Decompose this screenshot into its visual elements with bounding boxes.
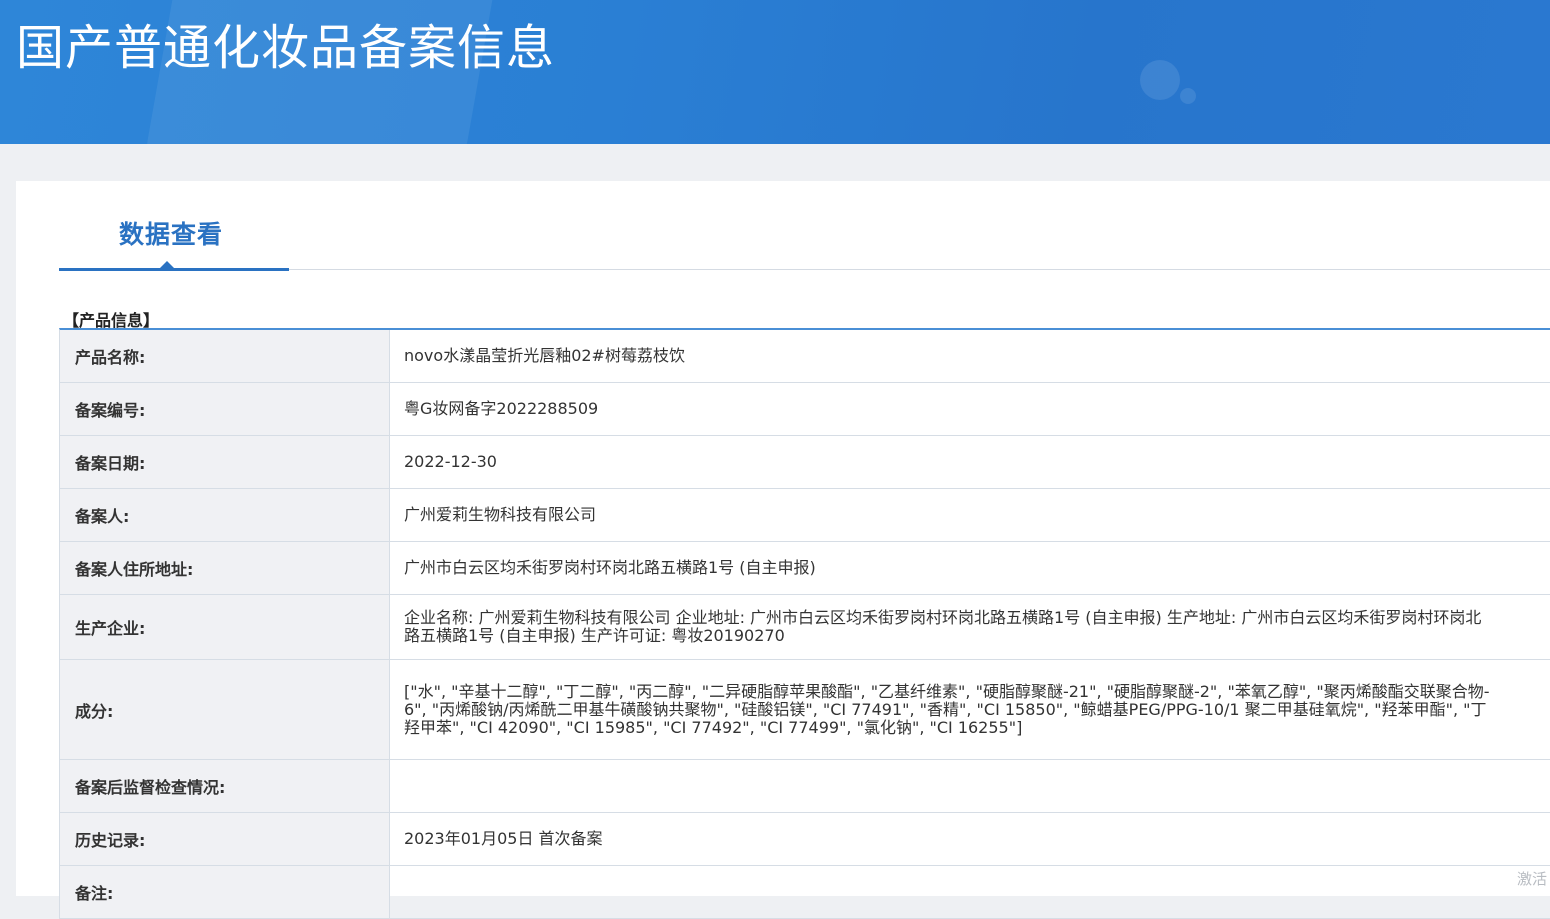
tab-data-view-label: 数据查看 xyxy=(119,220,224,249)
row-label: 备案日期: xyxy=(60,436,390,488)
table-row-record-number: 备案编号: 粤G妆网备字2022288509 xyxy=(60,383,1550,436)
banner-decoration-dot xyxy=(1140,60,1180,100)
table-row-ingredients: 成分: ["水", "辛基十二醇", "丁二醇", "丙二醇", "二异硬脂醇苹… xyxy=(60,660,1550,760)
row-label: 成分: xyxy=(60,660,390,759)
row-value: 企业名称: 广州爱莉生物科技有限公司 企业地址: 广州市白云区均禾街罗岗村环岗北… xyxy=(404,608,1482,645)
table-row-supervision: 备案后监督检查情况: xyxy=(60,760,1550,813)
table-row-registrant: 备案人: 广州爱莉生物科技有限公司 xyxy=(60,489,1550,542)
activation-watermark: 激活 xyxy=(1517,870,1548,888)
row-label: 历史记录: xyxy=(60,813,390,865)
row-label: 备案编号: xyxy=(60,383,390,435)
table-row-record-date: 备案日期: 2022-12-30 xyxy=(60,436,1550,489)
banner-decoration-dot-small xyxy=(1180,88,1196,104)
table-row-product-name: 产品名称: novo水漾晶莹折光唇釉02#树莓荔枝饮 xyxy=(60,330,1550,383)
tab-data-view[interactable]: 数据查看 xyxy=(59,205,289,271)
row-value xyxy=(390,760,1550,812)
row-label: 生产企业: xyxy=(60,595,390,659)
header-banner: 国产普通化妆品备案信息 xyxy=(0,0,1550,144)
table-row-manufacturer: 生产企业: 企业名称: 广州爱莉生物科技有限公司 企业地址: 广州市白云区均禾街… xyxy=(60,595,1550,660)
row-label: 备案人: xyxy=(60,489,390,541)
row-value: 广州市白云区均禾街罗岗村环岗北路五横路1号 (自主申报) xyxy=(404,558,816,577)
page-title: 国产普通化妆品备案信息 xyxy=(16,20,556,76)
row-value: ["水", "辛基十二醇", "丁二醇", "丙二醇", "二异硬脂醇苹果酸酯"… xyxy=(404,681,1490,737)
content-panel: 数据查看 【产品信息】 产品名称: novo水漾晶莹折光唇釉02#树莓荔枝饮 备… xyxy=(16,181,1550,919)
table-row-history: 历史记录: 2023年01月05日 首次备案 xyxy=(60,813,1550,866)
row-value xyxy=(390,866,1550,918)
row-label: 备案人住所地址: xyxy=(60,542,390,594)
tab-caret-icon xyxy=(159,261,175,269)
row-label: 产品名称: xyxy=(60,330,390,382)
row-value: novo水漾晶莹折光唇釉02#树莓荔枝饮 xyxy=(404,346,685,365)
table-row-registrant-address: 备案人住所地址: 广州市白云区均禾街罗岗村环岗北路五横路1号 (自主申报) xyxy=(60,542,1550,595)
row-value: 广州爱莉生物科技有限公司 xyxy=(404,505,597,524)
row-value: 2022-12-30 xyxy=(404,452,497,471)
row-value: 粤G妆网备字2022288509 xyxy=(404,399,599,418)
table-row-remarks: 备注: xyxy=(60,866,1550,919)
row-label: 备注: xyxy=(60,866,390,918)
row-value: 2023年01月05日 首次备案 xyxy=(404,829,603,848)
product-info-table: 产品名称: novo水漾晶莹折光唇釉02#树莓荔枝饮 备案编号: 粤G妆网备字2… xyxy=(59,328,1550,919)
row-label: 备案后监督检查情况: xyxy=(60,760,390,812)
